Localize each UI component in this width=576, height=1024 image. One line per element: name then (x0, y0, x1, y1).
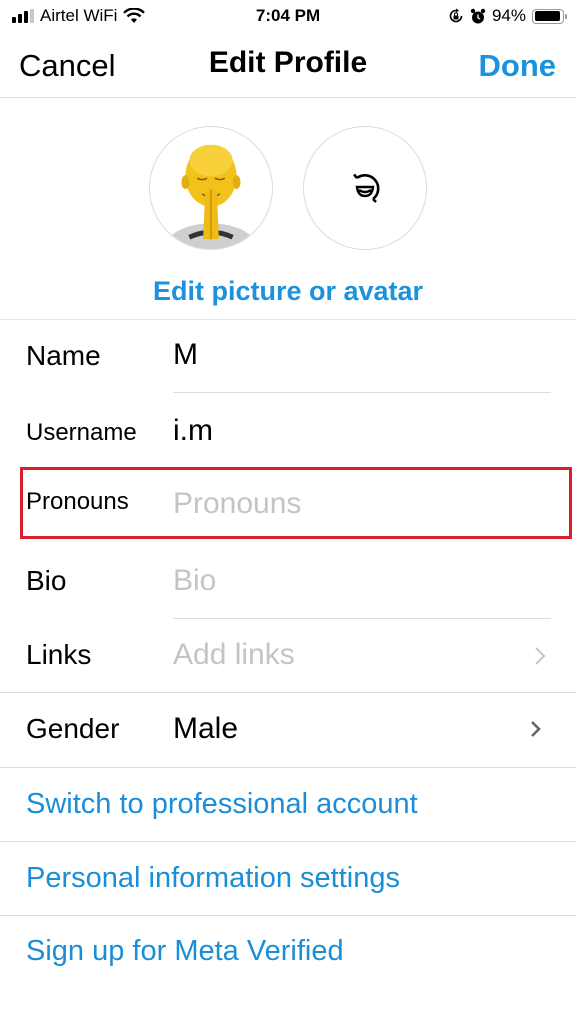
pronouns-input[interactable]: Pronouns (173, 487, 533, 521)
name-label: Name (26, 340, 101, 371)
gender-label: Gender (26, 713, 120, 744)
battery-percent: 94% (491, 6, 526, 25)
chevron-right-icon (531, 721, 541, 737)
pronouns-row: Pronouns Pronouns (0, 467, 576, 541)
status-bar: Airtel WiFi 7:04 PM 94% (0, 0, 576, 34)
bio-row: Bio Bio (0, 545, 576, 619)
done-button[interactable]: Done (479, 48, 557, 84)
links-label: Links (26, 639, 92, 670)
navigation-bar: Cancel Edit Profile Done (0, 34, 576, 98)
avatar-button[interactable] (303, 126, 427, 250)
gender-value[interactable]: Male (173, 712, 533, 746)
chevron-right-icon (535, 647, 546, 665)
orientation-lock-icon (449, 8, 463, 23)
sign-up-meta-verified-link[interactable]: Sign up for Meta Verified (26, 935, 344, 968)
divider (0, 841, 576, 842)
divider (0, 915, 576, 916)
avatar-sticker-icon (353, 173, 380, 203)
profile-pictures (0, 126, 576, 250)
username-input[interactable]: i.m (173, 414, 533, 448)
divider (0, 767, 576, 768)
name-input[interactable]: M (173, 338, 533, 372)
alarm-icon (470, 8, 486, 23)
username-row: Username i.m (0, 393, 576, 467)
bio-label: Bio (26, 565, 67, 596)
edit-picture-or-avatar-link[interactable]: Edit picture or avatar (0, 276, 576, 307)
links-row[interactable]: Links Add links (0, 619, 576, 693)
name-row: Name M (0, 320, 576, 393)
personal-information-settings-link[interactable]: Personal information settings (26, 862, 400, 895)
memoji-praying-icon (165, 144, 257, 249)
bio-input[interactable]: Bio (173, 564, 533, 598)
switch-to-professional-account-link[interactable]: Switch to professional account (26, 788, 418, 821)
links-input[interactable]: Add links (173, 638, 533, 672)
username-label: Username (26, 419, 137, 446)
profile-photo[interactable] (149, 126, 273, 250)
gender-row[interactable]: Gender Male (0, 693, 576, 768)
pronouns-label: Pronouns (26, 488, 129, 515)
battery-icon (532, 8, 567, 24)
